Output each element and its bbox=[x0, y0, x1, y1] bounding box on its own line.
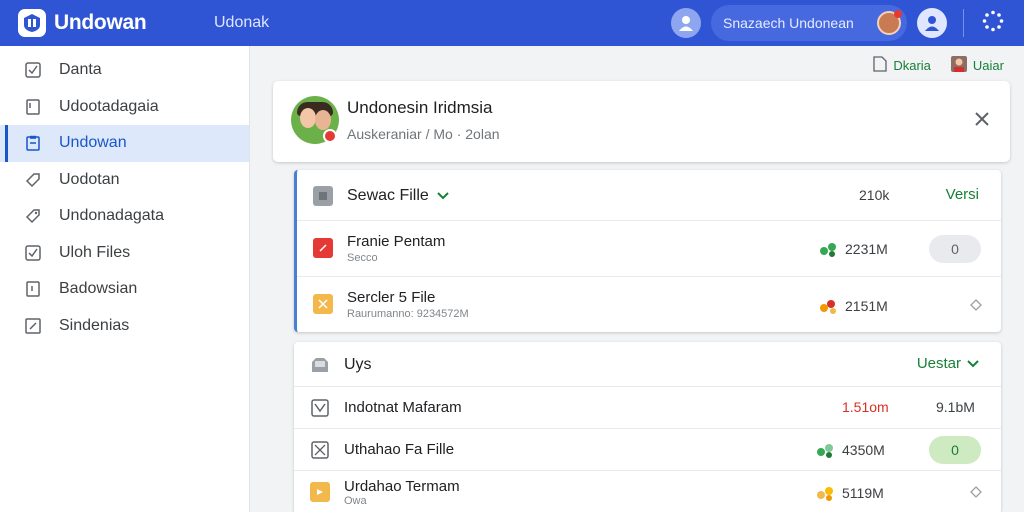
sidebar-item-label: Uodotan bbox=[59, 170, 120, 188]
sync-status-icon bbox=[815, 442, 837, 458]
file-icon bbox=[313, 294, 333, 314]
sidebar-item-label: Undonadagata bbox=[59, 207, 164, 225]
sidebar-item-label: Sindenias bbox=[59, 316, 130, 334]
file-size: 4350M bbox=[842, 442, 885, 458]
uaiar-button[interactable]: Uaiar bbox=[950, 56, 1004, 75]
file-icon bbox=[313, 186, 333, 206]
changed-size: 1.51om bbox=[842, 399, 889, 415]
file-name: Indotnat Mafaram bbox=[344, 399, 462, 416]
sidebar-item-uodotan[interactable]: Uodotan bbox=[0, 162, 249, 199]
table-row[interactable]: Uthahao Fa Fille 4350M 0 bbox=[294, 429, 1001, 471]
file-name: Sercler 5 File bbox=[347, 289, 436, 306]
document-icon bbox=[24, 98, 42, 116]
group-title: Sewac Fille bbox=[347, 187, 429, 204]
file-group: Uys Uestar Indotnat Mafaram 1.51om 9.1bM… bbox=[294, 342, 1001, 512]
sidebar-item-udootadagaia[interactable]: Udootadagaia bbox=[0, 89, 249, 126]
file-meta: Owa bbox=[344, 495, 367, 507]
profile-icon[interactable] bbox=[917, 8, 947, 38]
app-logo-icon bbox=[18, 9, 46, 37]
edit-icon bbox=[24, 317, 42, 335]
sidebar-item-sindenias[interactable]: Sindenias bbox=[0, 308, 249, 345]
page-subtitle: Auskeraniar / Mo · 2olan bbox=[347, 126, 500, 142]
inbox-icon bbox=[310, 355, 330, 375]
file-size: 9.1bM bbox=[936, 399, 975, 415]
app-name: Undowan bbox=[54, 11, 147, 34]
file-size: 5119M bbox=[842, 485, 884, 501]
uestar-dropdown[interactable]: Uestar bbox=[917, 355, 979, 372]
file-meta: Raurumanno: 9234572M bbox=[347, 308, 469, 320]
avatar[interactable] bbox=[877, 10, 902, 35]
sidebar-item-uloh-files[interactable]: Uloh Files bbox=[0, 235, 249, 272]
breadcrumb[interactable]: Udonak bbox=[214, 14, 269, 32]
tag-icon bbox=[24, 171, 42, 189]
table-row[interactable]: Franie Pentam Secco 2231M 0 bbox=[297, 221, 1001, 277]
clipboard-icon bbox=[24, 134, 42, 152]
toolbar-divider bbox=[963, 9, 964, 37]
group-size: 210k bbox=[859, 187, 890, 203]
sidebar-item-danta[interactable]: Danta bbox=[0, 52, 249, 89]
chevron-down-icon bbox=[967, 355, 979, 372]
main-content: Dkaria Uaiar Undonesin Iridmsia Auskeran… bbox=[251, 46, 1024, 512]
file-name: Franie Pentam bbox=[347, 233, 446, 250]
brand[interactable]: Undowan bbox=[0, 0, 198, 46]
checkbox-icon[interactable] bbox=[310, 398, 330, 418]
page-title: Undonesin Iridmsia bbox=[347, 98, 493, 117]
group-header[interactable]: Sewac Fille 210k Versi bbox=[297, 170, 1001, 221]
checkbox-icon bbox=[24, 244, 42, 262]
file-size: 2151M bbox=[845, 298, 888, 314]
dropdown-label: Uestar bbox=[916, 355, 961, 372]
count-pill[interactable]: 0 bbox=[929, 436, 981, 464]
sync-status-icon bbox=[818, 241, 840, 257]
file-icon bbox=[310, 482, 330, 502]
avatar-icon bbox=[950, 56, 967, 75]
group-title: Uys bbox=[344, 356, 372, 373]
action-bar: Dkaria Uaiar bbox=[873, 56, 1004, 75]
top-bar: Undowan Udonak Snazaech Undonean bbox=[0, 0, 1024, 46]
search-box[interactable]: Snazaech Undonean bbox=[711, 5, 907, 41]
table-row[interactable]: Urdahao Termam Owa 5119M bbox=[294, 471, 1001, 512]
tag-icon[interactable] bbox=[969, 485, 983, 499]
search-text: Snazaech Undonean bbox=[723, 15, 854, 31]
document-icon bbox=[873, 56, 887, 75]
sidebar: Danta Udootadagaia Undowan Uodotan Undon… bbox=[0, 46, 250, 512]
checkbox-icon bbox=[24, 61, 42, 79]
sidebar-item-label: Badowsian bbox=[59, 280, 138, 298]
table-row[interactable]: Indotnat Mafaram 1.51om 9.1bM bbox=[294, 387, 1001, 429]
tag-icon bbox=[24, 207, 42, 225]
dkaria-button[interactable]: Dkaria bbox=[873, 56, 931, 75]
count-pill[interactable]: 0 bbox=[929, 235, 981, 263]
file-meta: Secco bbox=[347, 252, 378, 264]
user-icon[interactable] bbox=[671, 8, 701, 38]
chevron-down-icon[interactable] bbox=[437, 187, 449, 205]
dkaria-label: Dkaria bbox=[893, 58, 931, 73]
document-icon bbox=[24, 280, 42, 298]
uaiar-label: Uaiar bbox=[972, 58, 1004, 73]
loading-spinner-icon[interactable] bbox=[982, 10, 1004, 37]
warning-status-icon bbox=[815, 485, 837, 501]
sidebar-item-undonadagata[interactable]: Undonadagata bbox=[0, 198, 249, 235]
sidebar-item-label: Uloh Files bbox=[59, 243, 131, 261]
table-row[interactable]: Sercler 5 File Raurumanno: 9234572M 2151… bbox=[297, 277, 1001, 333]
close-icon[interactable] bbox=[972, 109, 992, 129]
file-size: 2231M bbox=[845, 241, 888, 257]
status-badge bbox=[323, 129, 337, 143]
file-icon bbox=[313, 238, 333, 258]
header-card: Undonesin Iridmsia Auskeraniar / Mo · 2o… bbox=[273, 81, 1010, 162]
sidebar-item-badowsian[interactable]: Badowsian bbox=[0, 271, 249, 308]
sidebar-item-label: Undowan bbox=[59, 134, 127, 152]
version-link[interactable]: Versi bbox=[946, 186, 979, 203]
warning-status-icon bbox=[818, 298, 840, 314]
tag-icon[interactable] bbox=[969, 298, 983, 312]
group-header[interactable]: Uys Uestar bbox=[294, 342, 1001, 387]
sidebar-item-label: Udootadagaia bbox=[59, 97, 159, 115]
sidebar-item-label: Danta bbox=[59, 61, 102, 79]
checkbox-icon[interactable] bbox=[310, 440, 330, 460]
sidebar-item-undowan[interactable]: Undowan bbox=[0, 125, 249, 162]
file-name: Uthahao Fa Fille bbox=[344, 441, 455, 458]
file-name: Urdahao Termam bbox=[344, 478, 460, 495]
file-group: Sewac Fille 210k Versi Franie Pentam Sec… bbox=[294, 170, 1001, 332]
